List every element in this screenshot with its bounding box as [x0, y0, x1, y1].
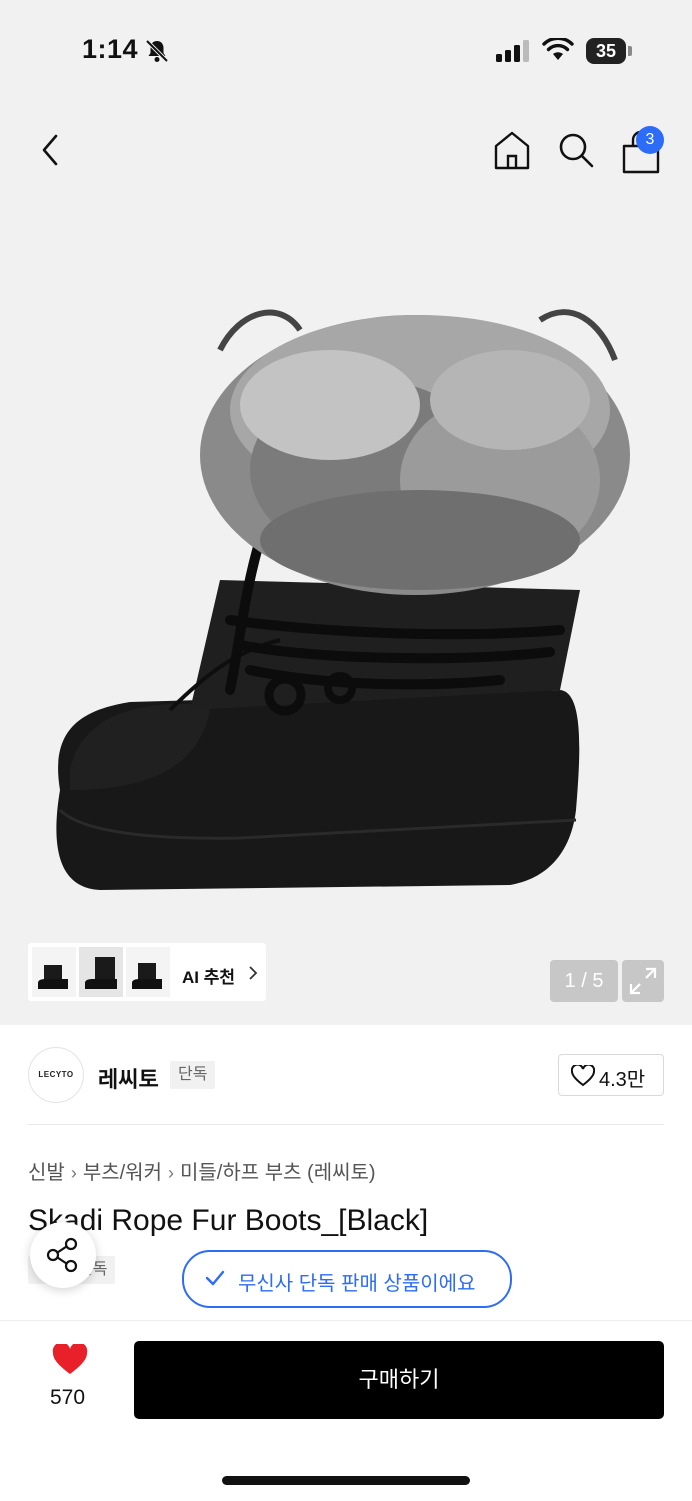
ai-recommend-card[interactable]: AI 추천 [28, 943, 266, 1001]
cellular-signal-icon [496, 40, 532, 67]
brand-like-count: 4.3만 [599, 1069, 646, 1091]
search-button[interactable] [554, 128, 598, 172]
search-icon [559, 133, 594, 168]
home-icon [494, 131, 530, 170]
breadcrumb: 신발 › 부츠/워커 › 미들/하프 부츠 (레씨토) [28, 1156, 376, 1185]
chevron-right-icon: › [167, 1163, 174, 1183]
battery-indicator: 35 [586, 38, 626, 64]
share-button[interactable] [30, 1222, 96, 1288]
exclusive-notice-toast: 무신사 단독 판매 상품이에요 [182, 1250, 512, 1308]
image-page-counter: 1 / 5 [550, 960, 618, 1002]
back-button[interactable] [32, 128, 72, 172]
chevron-right-icon: › [70, 1163, 77, 1183]
home-indicator [222, 1476, 470, 1485]
heart-outline-icon [570, 1063, 596, 1092]
buy-button[interactable]: 구매하기 [134, 1341, 664, 1419]
chevron-left-icon [42, 134, 58, 166]
exclusive-notice-text: 무신사 단독 판매 상품이에요 [238, 1273, 476, 1295]
check-icon [204, 1269, 226, 1292]
thumbnail-1[interactable] [32, 947, 76, 997]
expand-icon [629, 967, 657, 995]
brand-exclusive-tag: 단독 [170, 1061, 216, 1089]
divider [28, 1124, 664, 1125]
brand-name[interactable]: 레씨토 [98, 1062, 159, 1094]
wifi-icon [542, 36, 574, 67]
wish-count: 570 [50, 1386, 86, 1409]
status-time: 1:14 [82, 34, 139, 64]
thumbnail-2[interactable] [79, 947, 123, 997]
expand-button[interactable] [622, 960, 664, 1002]
battery-tip [628, 46, 632, 56]
heart-filled-icon[interactable] [52, 1342, 88, 1381]
chevron-right-icon [247, 964, 259, 987]
ai-recommend-label: AI 추천 [182, 968, 236, 987]
breadcrumb-item[interactable]: 부츠/워커 [83, 1162, 162, 1184]
bell-off-icon [144, 38, 170, 69]
brand-like-button[interactable]: 4.3만 [558, 1054, 664, 1096]
home-button[interactable] [490, 128, 534, 172]
product-image[interactable] [40, 290, 640, 910]
thumbnail-3[interactable] [126, 947, 170, 997]
cart-count-badge: 3 [636, 126, 664, 154]
breadcrumb-item[interactable]: 미들/하프 부츠 (레씨토) [180, 1162, 376, 1184]
brand-logo[interactable]: LECYTO [28, 1047, 84, 1103]
share-icon [46, 1237, 78, 1273]
breadcrumb-item[interactable]: 신발 [28, 1162, 65, 1184]
